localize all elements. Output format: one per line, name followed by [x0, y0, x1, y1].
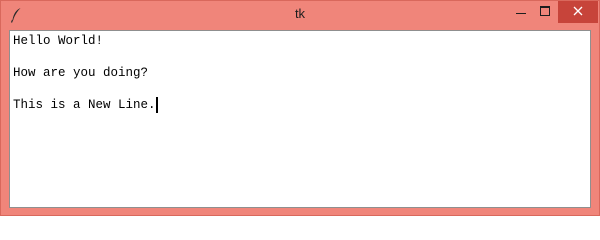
text-line-last: This is a New Line.	[13, 97, 588, 113]
text-line	[13, 49, 588, 65]
text-line: How are you doing?	[13, 66, 149, 80]
text-widget[interactable]: Hello World! How are you doing? This is …	[9, 30, 591, 208]
title-bar[interactable]: tk	[1, 1, 599, 30]
maximize-button[interactable]	[531, 1, 559, 23]
minimize-icon	[516, 3, 526, 21]
close-icon	[573, 3, 583, 21]
app-window: tk Hello World! How are you doing? This …	[0, 0, 600, 216]
close-button[interactable]	[558, 1, 598, 23]
text-line: Hello World!	[13, 34, 104, 48]
maximize-icon	[540, 3, 550, 21]
text-line: This is a New Line.	[13, 98, 156, 112]
text-content[interactable]: Hello World! How are you doing? This is …	[13, 33, 588, 205]
text-line	[13, 81, 588, 97]
text-cursor	[155, 97, 158, 113]
